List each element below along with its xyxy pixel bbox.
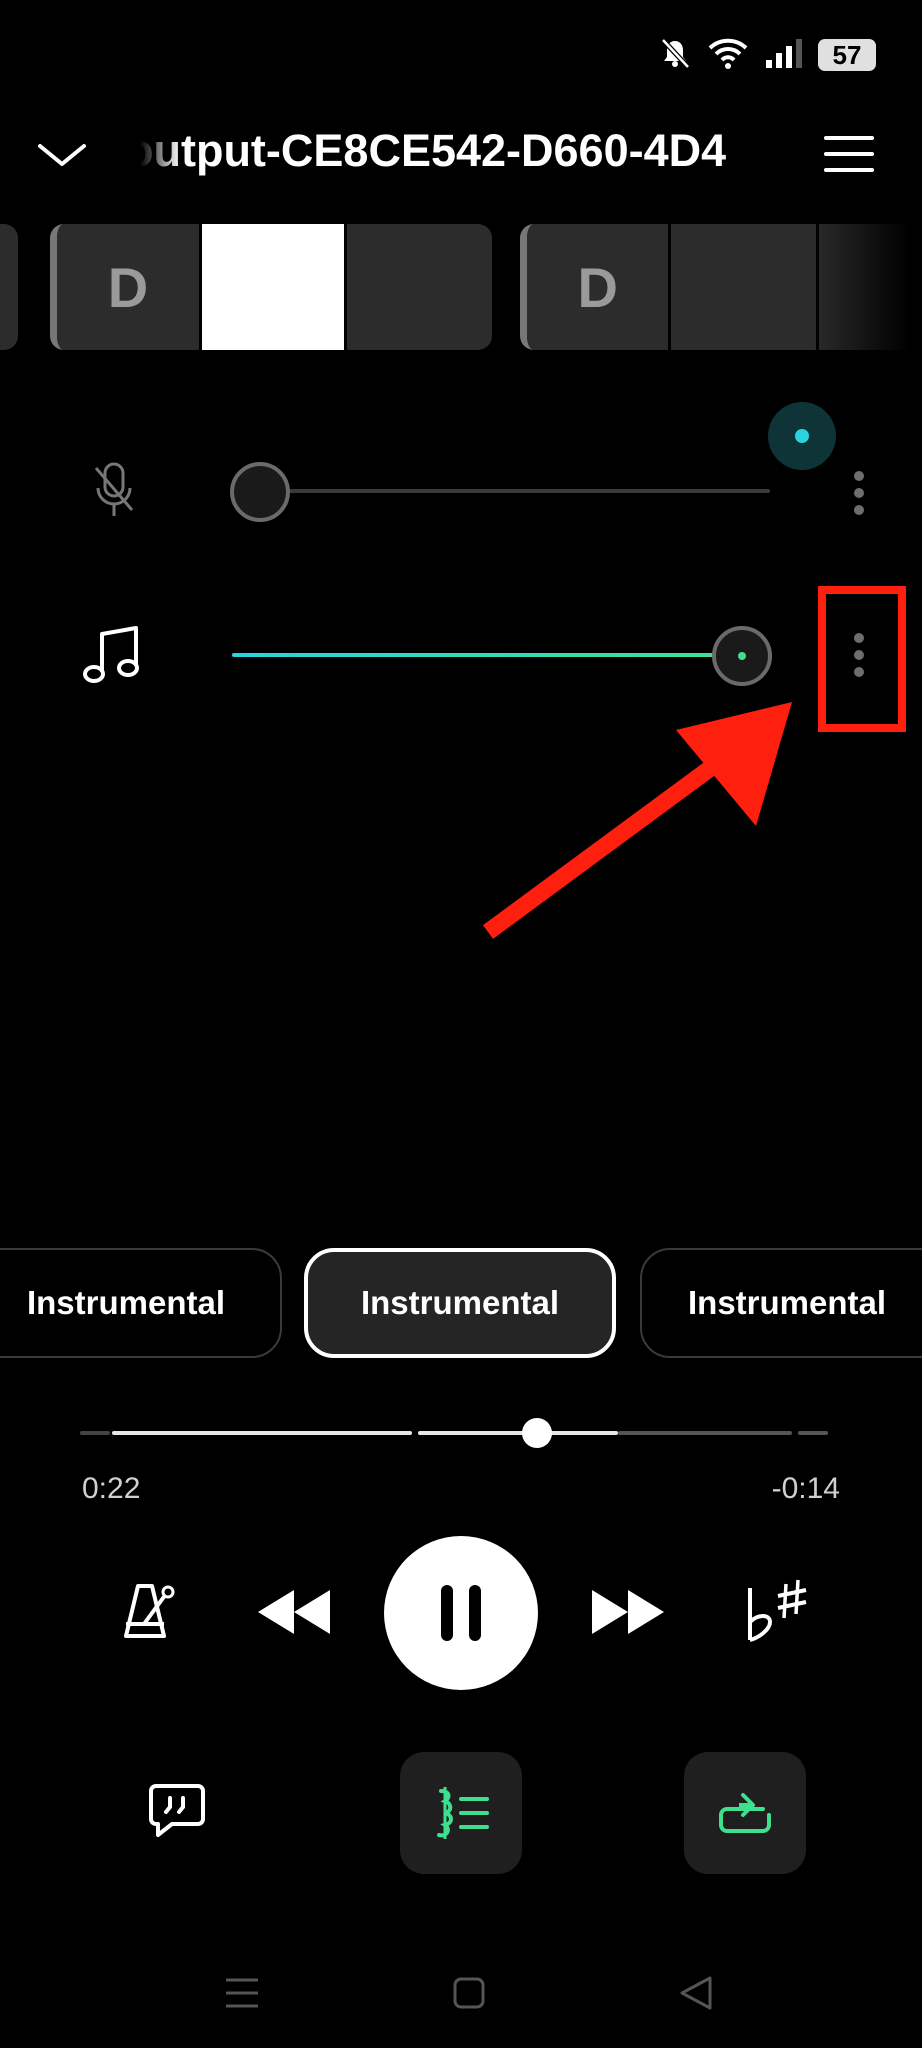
menu-icon[interactable]: [822, 134, 876, 174]
loop-icon: [719, 1793, 771, 1833]
nav-home-icon[interactable]: [452, 1976, 486, 2010]
vocal-volume-knob[interactable]: [230, 462, 290, 522]
progress-knob[interactable]: [522, 1418, 552, 1448]
music-volume-track[interactable]: [232, 653, 744, 657]
transpose-flat-sharp-icon[interactable]: [742, 1578, 812, 1646]
section-pill[interactable]: Instrumental: [0, 1248, 282, 1358]
fast-forward-icon[interactable]: [588, 1584, 668, 1640]
progress-bar[interactable]: [80, 1429, 840, 1437]
lyrics-quote-icon[interactable]: [148, 1782, 206, 1838]
chord-cell[interactable]: [671, 224, 819, 350]
music-note-icon[interactable]: [82, 622, 142, 686]
music-volume-knob[interactable]: [712, 626, 772, 686]
chords-view-button[interactable]: [400, 1752, 522, 1874]
annotation-highlight-box: [818, 586, 906, 732]
vocal-volume-track[interactable]: [260, 489, 770, 493]
pause-icon: [441, 1585, 481, 1641]
wifi-icon: [706, 36, 750, 75]
pause-button[interactable]: [384, 1536, 538, 1690]
section-pill-current[interactable]: Instrumental: [304, 1248, 616, 1358]
rewind-icon[interactable]: [254, 1584, 334, 1640]
battery-indicator: 57: [818, 39, 876, 71]
chord-group-previous[interactable]: [0, 224, 18, 350]
annotation-arrow: [470, 690, 810, 950]
chord-list-icon: [437, 1787, 489, 1839]
chord-cell-current[interactable]: [202, 224, 347, 350]
metronome-icon[interactable]: [114, 1580, 178, 1644]
vocal-more-icon[interactable]: [844, 468, 874, 518]
loop-button[interactable]: [684, 1752, 806, 1874]
chord-cell[interactable]: D: [57, 224, 202, 350]
status-bar: 57: [658, 30, 876, 80]
mic-muted-icon[interactable]: [92, 460, 136, 520]
signal-icon: [764, 36, 804, 75]
chord-cell[interactable]: D: [527, 224, 672, 350]
elapsed-time: 0:22: [82, 1472, 141, 1505]
song-title: output-CE8CE542-D660-4D4: [140, 125, 727, 176]
chord-group[interactable]: D: [50, 224, 492, 350]
chord-strip[interactable]: D D: [0, 224, 922, 350]
strip-fade: [812, 224, 922, 350]
section-pill[interactable]: Instrumental: [640, 1248, 922, 1358]
bell-muted-icon: [658, 36, 692, 75]
vocal-indicator: [768, 402, 836, 470]
collapse-chevron-icon[interactable]: [34, 132, 90, 176]
chord-cell[interactable]: [347, 224, 492, 350]
nav-recents-icon[interactable]: [224, 1976, 260, 2010]
remaining-time: -0:14: [771, 1472, 840, 1505]
nav-back-icon[interactable]: [678, 1974, 714, 2012]
